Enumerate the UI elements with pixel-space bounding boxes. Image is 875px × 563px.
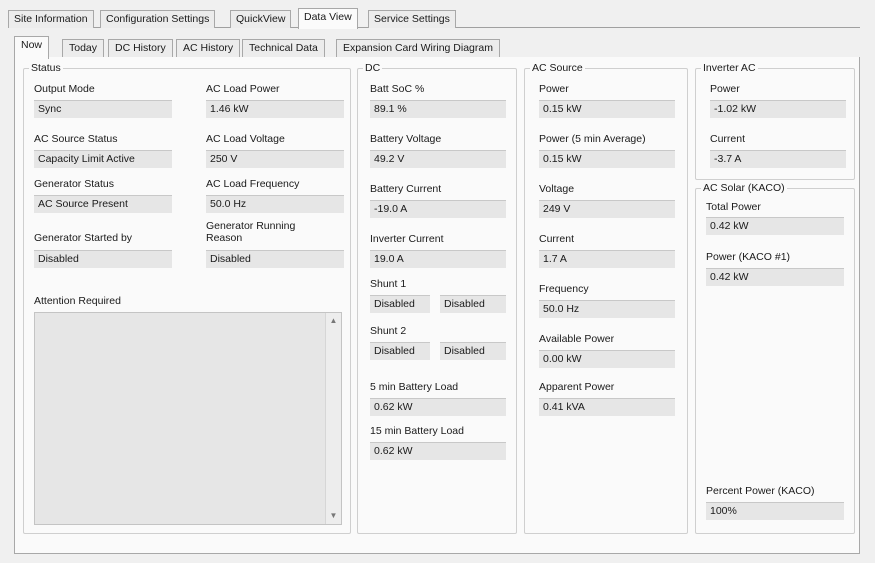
ac-source-current-value: 1.7 A <box>539 250 675 268</box>
attention-required-box[interactable]: ▲ ▼ <box>34 312 342 525</box>
status-group: Status Output Mode Sync AC Source Status… <box>23 61 351 534</box>
generator-started-by-label: Generator Started by <box>34 232 133 244</box>
batt-soc-value: 89.1 % <box>370 100 506 118</box>
ac-load-frequency-label: AC Load Frequency <box>206 178 300 190</box>
tab-site-information[interactable]: Site Information <box>8 10 94 28</box>
inverter-ac-group: Inverter AC Power -1.02 kW Current -3.7 … <box>695 61 855 180</box>
scroll-up-icon[interactable]: ▲ <box>326 313 341 329</box>
ac-source-power-label: Power <box>539 83 569 95</box>
shunt-1-value-1: Disabled <box>370 295 430 313</box>
shunt-2-label: Shunt 2 <box>370 325 407 337</box>
ac-source-voltage-label: Voltage <box>539 183 575 195</box>
tab-today[interactable]: Today <box>62 39 105 58</box>
ac-source-current-label: Current <box>539 233 575 245</box>
shunt-1-label: Shunt 1 <box>370 278 407 290</box>
battery-load-5-value: 0.62 kW <box>370 398 506 416</box>
output-mode-label: Output Mode <box>34 83 95 95</box>
percent-power-value: 100% <box>706 502 844 520</box>
battery-current-label: Battery Current <box>370 183 442 195</box>
available-power-label: Available Power <box>539 333 615 345</box>
apparent-power-value: 0.41 kVA <box>539 398 675 416</box>
ac-source-frequency-label: Frequency <box>539 283 589 295</box>
ac-source-status-value: Capacity Limit Active <box>34 150 172 168</box>
tab-now[interactable]: Now <box>14 36 50 59</box>
tab-service-settings[interactable]: Service Settings <box>368 10 456 28</box>
inverter-current-label: Inverter Current <box>370 233 444 245</box>
status-group-title: Status <box>29 61 63 75</box>
ac-source-voltage-value: 249 V <box>539 200 675 218</box>
scroll-down-icon[interactable]: ▼ <box>326 508 341 524</box>
power-5min-average-label: Power (5 min Average) <box>539 133 646 145</box>
dc-group-title: DC <box>363 61 383 75</box>
inverter-ac-current-value: -3.7 A <box>710 150 846 168</box>
shunt-1-value-2: Disabled <box>440 295 506 313</box>
tab-ac-history[interactable]: AC History <box>176 39 241 58</box>
shunt-2-value-2: Disabled <box>440 342 506 360</box>
tab-technical-data[interactable]: Technical Data <box>242 39 325 58</box>
batt-soc-label: Batt SoC % <box>370 83 425 95</box>
now-tab-content: Status Output Mode Sync AC Source Status… <box>14 57 860 554</box>
inverter-ac-group-title: Inverter AC <box>701 61 758 75</box>
ac-solar-group-title: AC Solar (KACO) <box>701 181 787 195</box>
ac-load-frequency-value: 50.0 Hz <box>206 195 344 213</box>
generator-running-reason-value: Disabled <box>206 250 344 268</box>
ac-load-power-label: AC Load Power <box>206 83 280 95</box>
ac-solar-group: AC Solar (KACO) Total Power 0.42 kW Powe… <box>695 181 855 534</box>
power-kaco1-value: 0.42 kW <box>706 268 844 286</box>
tab-expansion-card-wiring-diagram[interactable]: Expansion Card Wiring Diagram <box>336 39 500 58</box>
generator-running-reason-label: Generator Running Reason <box>206 220 296 244</box>
apparent-power-label: Apparent Power <box>539 381 615 393</box>
tab-configuration-settings[interactable]: Configuration Settings <box>100 10 216 28</box>
battery-load-5-label: 5 min Battery Load <box>370 381 459 393</box>
attention-required-label: Attention Required <box>34 295 121 307</box>
generator-status-label: Generator Status <box>34 178 114 190</box>
tab-dc-history[interactable]: DC History <box>108 39 173 58</box>
total-power-value: 0.42 kW <box>706 217 844 235</box>
available-power-value: 0.00 kW <box>539 350 675 368</box>
percent-power-label: Percent Power (KACO) <box>706 485 815 497</box>
dc-group: DC Batt SoC % 89.1 % Battery Voltage 49.… <box>357 61 517 534</box>
battery-load-15-value: 0.62 kW <box>370 442 506 460</box>
ac-load-power-value: 1.46 kW <box>206 100 344 118</box>
generator-started-by-value: Disabled <box>34 250 172 268</box>
ac-load-voltage-label: AC Load Voltage <box>206 133 285 145</box>
inverter-ac-power-label: Power <box>710 83 740 95</box>
inverter-ac-power-value: -1.02 kW <box>710 100 846 118</box>
power-kaco1-label: Power (KACO #1) <box>706 251 791 263</box>
output-mode-value: Sync <box>34 100 172 118</box>
battery-voltage-label: Battery Voltage <box>370 133 442 145</box>
tab-data-view[interactable]: Data View <box>298 8 358 29</box>
total-power-label: Total Power <box>706 201 761 213</box>
ac-source-group-title: AC Source <box>530 61 585 75</box>
ac-source-power-value: 0.15 kW <box>539 100 675 118</box>
inverter-current-value: 19.0 A <box>370 250 506 268</box>
battery-current-value: -19.0 A <box>370 200 506 218</box>
ac-load-voltage-value: 250 V <box>206 150 344 168</box>
generator-status-value: AC Source Present <box>34 195 172 213</box>
power-5min-average-value: 0.15 kW <box>539 150 675 168</box>
inverter-ac-current-label: Current <box>710 133 746 145</box>
attention-scrollbar[interactable]: ▲ ▼ <box>325 313 341 524</box>
battery-voltage-value: 49.2 V <box>370 150 506 168</box>
ac-source-status-label: AC Source Status <box>34 133 118 145</box>
ac-source-group: AC Source Power 0.15 kW Power (5 min Ave… <box>524 61 688 534</box>
shunt-2-value-1: Disabled <box>370 342 430 360</box>
tab-quickview[interactable]: QuickView <box>230 10 292 28</box>
sub-tab-bar: Now Today DC History AC History Technica… <box>14 36 860 59</box>
battery-load-15-label: 15 min Battery Load <box>370 425 464 437</box>
ac-source-frequency-value: 50.0 Hz <box>539 300 675 318</box>
top-tab-bar: Site Information Configuration Settings … <box>8 8 860 29</box>
